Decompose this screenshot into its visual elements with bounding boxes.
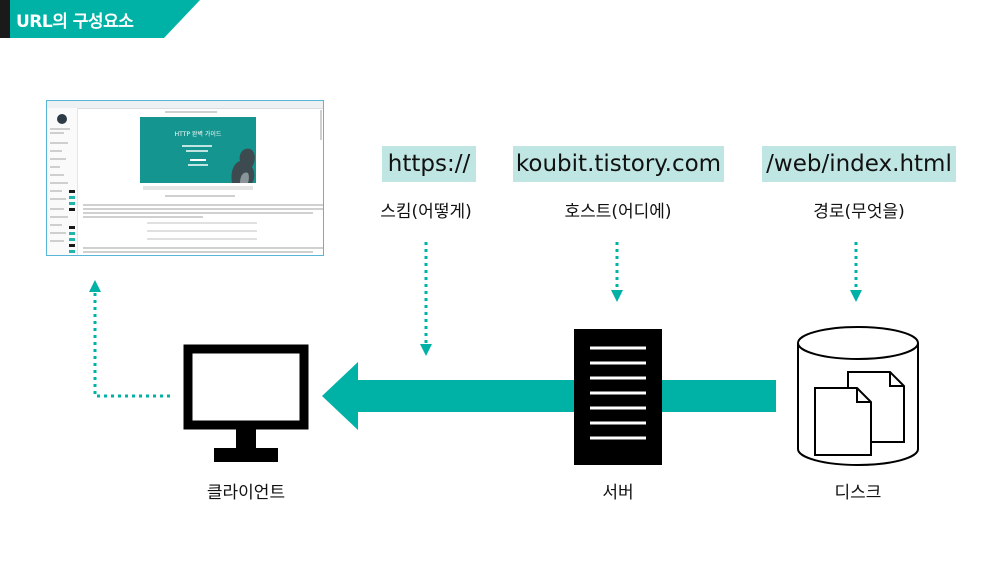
path-label: /web/index.html: [762, 146, 956, 182]
document-icon-front: [814, 387, 872, 456]
host-label: koubit.tistory.com: [513, 146, 724, 182]
scheme-dotted-arrow: [420, 242, 432, 356]
browser-toolbar: [47, 101, 323, 109]
server-icon: [574, 329, 662, 465]
client-to-page-dotted-arrow: [89, 280, 170, 398]
host-caption: 호스트(어디에): [564, 202, 672, 222]
response-arrow: [322, 362, 776, 430]
client-label: 클라이언트: [206, 483, 286, 503]
webpage-screenshot: HTTP 완벽 가이드: [46, 100, 324, 256]
disk-label: 디스크: [834, 483, 882, 503]
path-dotted-arrow: [850, 242, 862, 302]
avatar: [57, 114, 67, 124]
monitor-icon: [183, 344, 309, 462]
squirrel-icon: [231, 148, 255, 183]
scheme-caption: 스킴(어떻게): [380, 202, 472, 222]
scheme-label: https://: [382, 146, 476, 182]
disk-icon: [797, 326, 919, 466]
scrollbar: [320, 110, 322, 140]
blog-sidebar: [47, 108, 78, 255]
server-label: 서버: [602, 483, 634, 503]
host-dotted-arrow: [611, 242, 623, 302]
path-caption: 경로(무엇을): [813, 202, 905, 222]
banner-title: HTTP 완벽 가이드: [174, 131, 222, 138]
book-banner: HTTP 완벽 가이드: [140, 117, 256, 183]
